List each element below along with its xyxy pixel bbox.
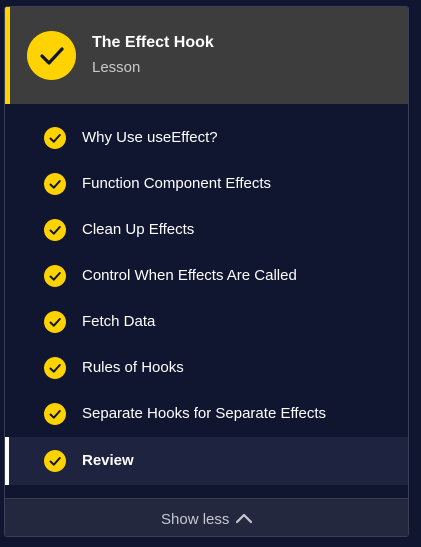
lesson-item[interactable]: Why Use useEffect?	[5, 115, 408, 161]
lesson-item-label: Fetch Data	[82, 313, 156, 330]
lesson-title: The Effect Hook	[92, 34, 214, 51]
lesson-item[interactable]: Function Component Effects	[5, 161, 408, 207]
lesson-item-label: Review	[82, 452, 134, 469]
chevron-up-icon	[235, 511, 253, 525]
lesson-item[interactable]: Control When Effects Are Called	[5, 253, 408, 299]
lesson-item[interactable]: Fetch Data	[5, 299, 408, 345]
lesson-item-active[interactable]: Review	[5, 437, 408, 485]
lesson-item-label: Separate Hooks for Separate Effects	[82, 405, 327, 422]
lesson-item-label: Why Use useEffect?	[82, 129, 218, 146]
lesson-type: Lesson	[92, 59, 141, 76]
check-circle-icon	[27, 31, 76, 80]
show-less-label: Show less	[161, 511, 230, 528]
lesson-list: Why Use useEffect? Function Component Ef…	[5, 104, 408, 485]
lesson-item-label: Rules of Hooks	[82, 359, 184, 376]
check-icon	[44, 311, 66, 333]
check-icon	[44, 173, 66, 195]
lesson-item[interactable]: Clean Up Effects	[5, 207, 408, 253]
check-icon	[44, 403, 66, 425]
show-less-button[interactable]: Show less	[5, 498, 408, 536]
lesson-header: The Effect Hook Lesson	[5, 7, 408, 104]
lesson-item-label: Function Component Effects	[82, 175, 271, 192]
check-icon	[44, 219, 66, 241]
check-icon	[44, 450, 66, 472]
lesson-item-label: Clean Up Effects	[82, 221, 195, 238]
lesson-item[interactable]: Rules of Hooks	[5, 345, 408, 391]
lesson-panel: The Effect Hook Lesson Why Use useEffect…	[4, 6, 409, 537]
check-icon	[44, 357, 66, 379]
lesson-item[interactable]: Separate Hooks for Separate Effects	[5, 391, 408, 437]
check-icon	[44, 265, 66, 287]
lesson-item-label: Control When Effects Are Called	[82, 267, 297, 284]
check-icon	[44, 127, 66, 149]
